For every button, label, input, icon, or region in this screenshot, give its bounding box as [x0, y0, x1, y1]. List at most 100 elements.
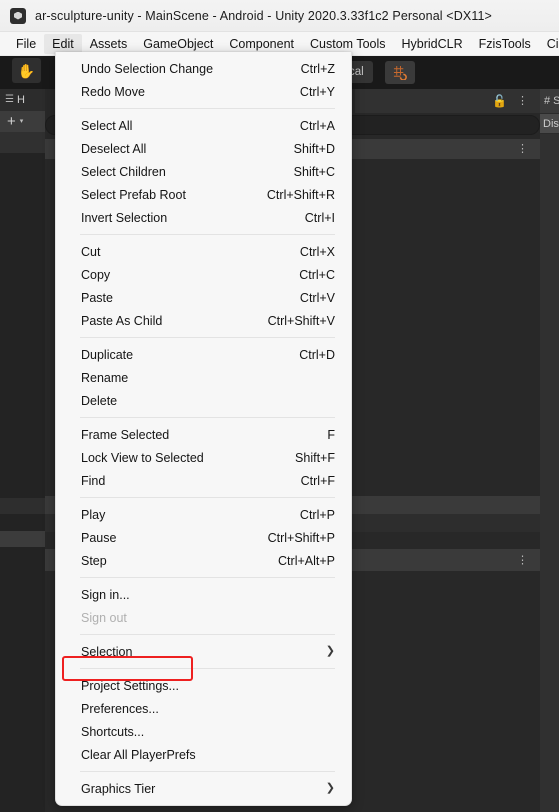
- menu-item-clear-all-playerprefs[interactable]: Clear All PlayerPrefs: [56, 743, 351, 766]
- hierarchy-icon: ☰: [5, 94, 14, 105]
- inspector-header: 🔓 ⋮: [355, 89, 540, 113]
- menu-item-label: Lock View to Selected: [81, 450, 204, 465]
- menubar-item-file[interactable]: File: [8, 34, 44, 54]
- tab-scene[interactable]: # Sc: [540, 89, 559, 113]
- menu-item-shortcut: Shift+C: [293, 164, 335, 179]
- menu-item-lock-view-to-selected[interactable]: Lock View to Selected Shift+F: [56, 446, 351, 469]
- menu-item-shortcut: Ctrl+D: [299, 347, 335, 362]
- menu-item-cut[interactable]: Cut Ctrl+X: [56, 240, 351, 263]
- list-item[interactable]: [0, 498, 45, 514]
- menu-item-undo-selection-change[interactable]: Undo Selection Change Ctrl+Z: [56, 57, 351, 80]
- hierarchy-tab[interactable]: ☰ H: [0, 89, 45, 111]
- menu-item-preferences[interactable]: Preferences...: [56, 697, 351, 720]
- menu-item-select-children[interactable]: Select Children Shift+C: [56, 160, 351, 183]
- menu-separator: [80, 108, 335, 109]
- menubar-item-cin[interactable]: Cin: [539, 34, 559, 54]
- list-item[interactable]: [0, 531, 45, 547]
- menu-separator: [80, 337, 335, 338]
- menu-item-label: Step: [81, 553, 107, 568]
- chevron-right-icon: ❯: [325, 645, 335, 657]
- unity-editor-window: ar-sculpture-unity - MainScene - Android…: [0, 0, 559, 812]
- menu-item-label: Delete: [81, 393, 118, 408]
- menu-item-duplicate[interactable]: Duplicate Ctrl+D: [56, 343, 351, 366]
- lock-icon[interactable]: 🔓: [492, 95, 507, 107]
- hand-tool-icon[interactable]: ✋: [12, 58, 41, 83]
- menu-separator: [80, 771, 335, 772]
- menu-item-shortcut: Ctrl+A: [299, 118, 335, 133]
- menu-item-deselect-all[interactable]: Deselect All Shift+D: [56, 137, 351, 160]
- scene-viewport[interactable]: [540, 134, 559, 812]
- hierarchy-panel: ☰ H + ▾: [0, 89, 45, 812]
- edit-dropdown-menu: Undo Selection Change Ctrl+Z Redo Move Ctrl…: [55, 52, 352, 806]
- menu-item-label: Invert Selection: [81, 210, 168, 225]
- menu-separator: [80, 234, 335, 235]
- hierarchy-search-input[interactable]: [0, 132, 45, 153]
- menu-item-label: Paste: [81, 290, 113, 305]
- menu-item-paste-as-child[interactable]: Paste As Child Ctrl+Shift+V: [56, 309, 351, 332]
- menubar-item-custom-tools[interactable]: Custom Tools: [302, 34, 394, 54]
- menu-item-copy[interactable]: Copy Ctrl+C: [56, 263, 351, 286]
- menubar-item-edit[interactable]: Edit: [44, 33, 82, 54]
- menu-item-selection[interactable]: Selection ❯: [56, 640, 351, 663]
- menubar-item-hybridclr[interactable]: HybridCLR: [394, 34, 471, 54]
- unity-icon: [10, 7, 26, 24]
- kebab-menu-icon[interactable]: ⋮: [517, 143, 528, 155]
- menu-item-shortcut: Ctrl+P: [299, 507, 335, 522]
- hierarchy-tab-label: H: [16, 94, 25, 106]
- menu-item-shortcut: F: [327, 427, 335, 442]
- menu-item-shortcut: Ctrl+Shift+R: [266, 187, 335, 202]
- menu-item-sign-in[interactable]: Sign in...: [56, 583, 351, 606]
- menu-item-label: Deselect All: [81, 141, 147, 156]
- menu-item-label: Sign out: [81, 610, 127, 625]
- menubar-item-component[interactable]: Component: [221, 34, 302, 54]
- kebab-menu-icon[interactable]: ⋮: [517, 95, 528, 107]
- grid-snap-icon[interactable]: [385, 61, 415, 84]
- menu-separator: [80, 805, 335, 806]
- menu-item-label: Frame Selected: [81, 427, 170, 442]
- menu-item-label: Project Settings...: [81, 678, 179, 693]
- list-item[interactable]: [0, 514, 45, 530]
- menu-item-project-settings[interactable]: Project Settings...: [56, 674, 351, 697]
- window-title: ar-sculpture-unity - MainScene - Android…: [35, 8, 492, 23]
- chevron-right-icon: ❯: [325, 782, 335, 794]
- menubar-item-gameobject[interactable]: GameObject: [135, 34, 221, 54]
- menubar-item-fzistools[interactable]: FzisTools: [471, 34, 539, 54]
- menu-item-paste[interactable]: Paste Ctrl+V: [56, 286, 351, 309]
- menubar-item-assets[interactable]: Assets: [82, 34, 136, 54]
- menu-item-frame-selected[interactable]: Frame Selected F: [56, 423, 351, 446]
- menu-item-shortcut: Ctrl+V: [299, 290, 335, 305]
- list-item[interactable]: [0, 465, 45, 481]
- menu-separator: [80, 497, 335, 498]
- menu-item-delete[interactable]: Delete: [56, 389, 351, 412]
- add-icon[interactable]: +: [7, 114, 16, 129]
- menu-item-shortcuts[interactable]: Shortcuts...: [56, 720, 351, 743]
- menu-item-step[interactable]: Step Ctrl+Alt+P: [56, 549, 351, 572]
- menu-item-label: Preferences...: [81, 701, 159, 716]
- menu-item-shortcut: Ctrl+I: [304, 210, 335, 225]
- menu-item-label: Selection: [81, 644, 133, 659]
- menu-item-graphics-tier[interactable]: Graphics Tier ❯: [56, 777, 351, 800]
- menu-item-invert-selection[interactable]: Invert Selection Ctrl+I: [56, 206, 351, 229]
- menu-separator: [80, 634, 335, 635]
- menu-item-select-all[interactable]: Select All Ctrl+A: [56, 114, 351, 137]
- kebab-menu-icon[interactable]: ⋮: [517, 554, 528, 567]
- hierarchy-tree[interactable]: [0, 153, 45, 812]
- menu-item-find[interactable]: Find Ctrl+F: [56, 469, 351, 492]
- menu-item-label: Undo Selection Change: [81, 61, 214, 76]
- menu-item-label: Pause: [81, 530, 117, 545]
- chevron-down-icon[interactable]: ▾: [20, 118, 24, 125]
- menu-item-label: Cut: [81, 244, 101, 259]
- menu-item-label: Select All: [81, 118, 133, 133]
- menu-item-rename[interactable]: Rename: [56, 366, 351, 389]
- menu-item-pause[interactable]: Pause Ctrl+Shift+P: [56, 526, 351, 549]
- menu-item-label: Sign in...: [81, 587, 130, 602]
- menu-item-label: Redo Move: [81, 84, 145, 99]
- menu-item-label: Paste As Child: [81, 313, 163, 328]
- menu-item-shortcut: Ctrl+C: [299, 267, 335, 282]
- display-dropdown[interactable]: Displa: [540, 114, 559, 133]
- menu-item-select-prefab-root[interactable]: Select Prefab Root Ctrl+Shift+R: [56, 183, 351, 206]
- grid-icon: #: [544, 95, 551, 107]
- menu-item-label: Shortcuts...: [81, 724, 145, 739]
- menu-item-redo-move[interactable]: Redo Move Ctrl+Y: [56, 80, 351, 103]
- menu-item-play[interactable]: Play Ctrl+P: [56, 503, 351, 526]
